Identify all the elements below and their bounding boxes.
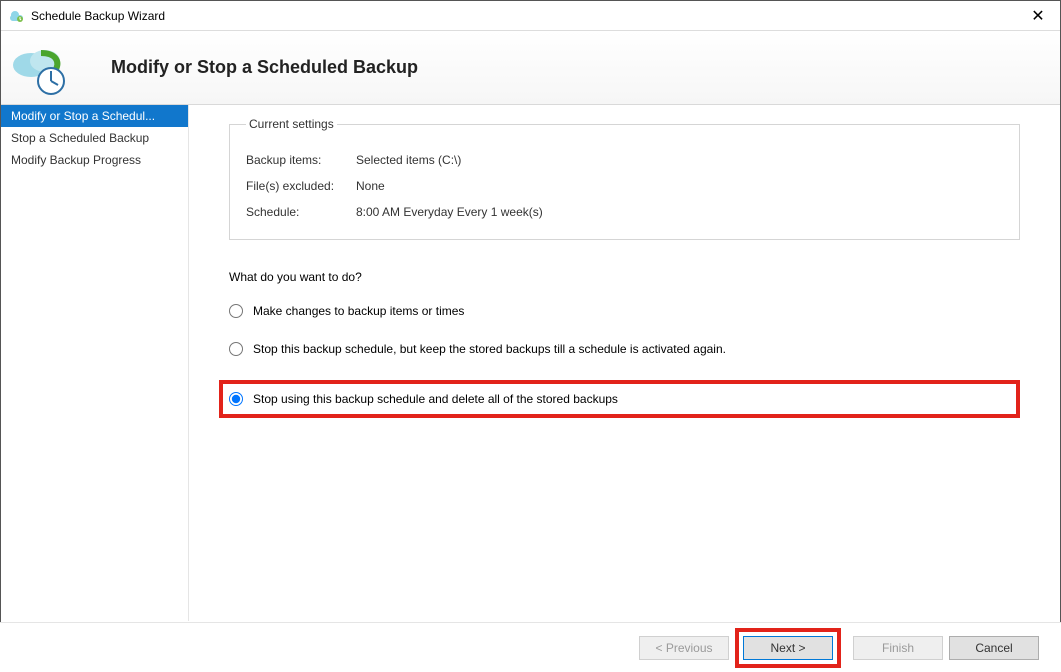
current-settings-legend: Current settings	[246, 117, 337, 131]
next-button[interactable]: Next >	[743, 636, 833, 660]
value-files-excluded: None	[356, 179, 385, 193]
radio-option-stop-keep[interactable]: Stop this backup schedule, but keep the …	[229, 342, 1020, 356]
settings-row-files-excluded: File(s) excluded: None	[246, 179, 1003, 193]
titlebar: Schedule Backup Wizard ✕	[1, 1, 1060, 31]
main-content: Current settings Backup items: Selected …	[189, 105, 1060, 621]
next-button-highlight: Next >	[735, 628, 841, 668]
radio-label-stop-delete: Stop using this backup schedule and dele…	[253, 392, 618, 406]
radio-label-make-changes: Make changes to backup items or times	[253, 304, 464, 318]
cancel-button[interactable]: Cancel	[949, 636, 1039, 660]
wizard-footer: < Previous Next > Finish Cancel	[0, 622, 1061, 672]
sidebar-step-modify-progress[interactable]: Modify Backup Progress	[1, 149, 188, 171]
sidebar-step-modify-or-stop[interactable]: Modify or Stop a Schedul...	[1, 105, 188, 127]
radio-option-stop-delete[interactable]: Stop using this backup schedule and dele…	[219, 380, 1020, 418]
finish-button: Finish	[853, 636, 943, 660]
settings-row-backup-items: Backup items: Selected items (C:\)	[246, 153, 1003, 167]
settings-row-schedule: Schedule: 8:00 AM Everyday Every 1 week(…	[246, 205, 1003, 219]
label-files-excluded: File(s) excluded:	[246, 179, 356, 193]
page-title: Modify or Stop a Scheduled Backup	[111, 57, 418, 78]
question-text: What do you want to do?	[229, 270, 1020, 284]
close-icon[interactable]: ✕	[1024, 6, 1052, 26]
radio-option-make-changes[interactable]: Make changes to backup items or times	[229, 304, 1020, 318]
radio-stop-keep[interactable]	[229, 342, 243, 356]
value-backup-items: Selected items (C:\)	[356, 153, 461, 167]
radio-label-stop-keep: Stop this backup schedule, but keep the …	[253, 342, 726, 356]
sidebar-step-stop-backup[interactable]: Stop a Scheduled Backup	[1, 127, 188, 149]
current-settings-group: Current settings Backup items: Selected …	[229, 117, 1020, 240]
app-icon	[9, 8, 25, 24]
label-schedule: Schedule:	[246, 205, 356, 219]
wizard-logo-icon	[11, 41, 71, 95]
radio-group-action: Make changes to backup items or times St…	[229, 304, 1020, 418]
value-schedule: 8:00 AM Everyday Every 1 week(s)	[356, 205, 543, 219]
wizard-steps-sidebar: Modify or Stop a Schedul... Stop a Sched…	[1, 105, 189, 621]
radio-make-changes[interactable]	[229, 304, 243, 318]
previous-button: < Previous	[639, 636, 729, 660]
window-title: Schedule Backup Wizard	[31, 9, 1024, 23]
wizard-header: Modify or Stop a Scheduled Backup	[1, 31, 1060, 105]
radio-stop-delete[interactable]	[229, 392, 243, 406]
label-backup-items: Backup items:	[246, 153, 356, 167]
